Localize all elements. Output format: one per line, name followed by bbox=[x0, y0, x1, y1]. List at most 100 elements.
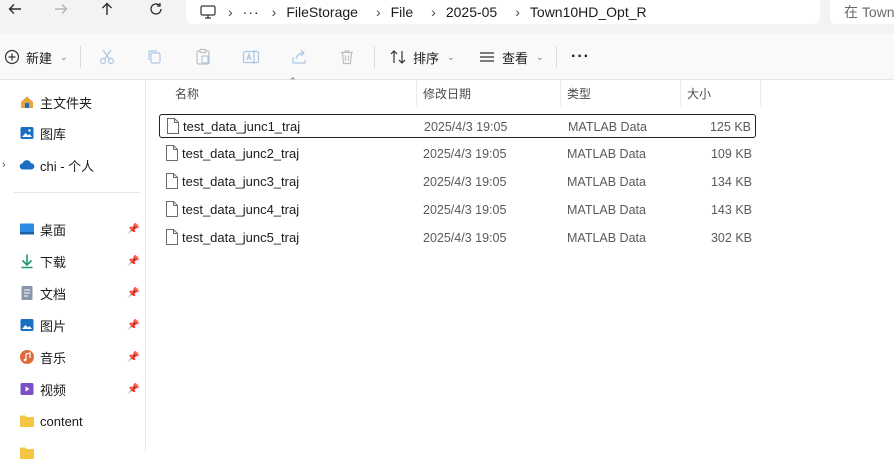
file-type: MATLAB Data bbox=[567, 231, 646, 245]
file-date: 2025/4/3 19:05 bbox=[423, 147, 507, 161]
sidebar-item-documents[interactable]: 文档 📌 bbox=[0, 281, 146, 305]
divider bbox=[556, 46, 557, 68]
refresh-button[interactable] bbox=[141, 0, 171, 18]
chevron-right-icon[interactable]: › bbox=[228, 4, 233, 20]
chevron-down-icon: ⌄ bbox=[60, 51, 68, 62]
column-header-size[interactable]: 大小 bbox=[678, 80, 761, 106]
pin-icon[interactable]: 📌 bbox=[127, 288, 139, 299]
column-header-date[interactable]: 修改日期 bbox=[414, 80, 561, 106]
sidebar-item-home[interactable]: 主文件夹 bbox=[0, 90, 146, 114]
back-button[interactable] bbox=[0, 0, 30, 18]
sidebar-item-desktop[interactable]: 桌面 📌 bbox=[0, 217, 146, 241]
sidebar-item-label: 视频 bbox=[40, 382, 67, 398]
pin-icon[interactable]: 📌 bbox=[127, 224, 139, 235]
chevron-right-icon[interactable]: › bbox=[515, 4, 520, 20]
navigation-pane: 主文件夹 图库 › chi - 个人 桌面 📌 下载 📌 文档 📌 图片 📌 音… bbox=[0, 80, 146, 459]
search-placeholder: 在 Town bbox=[844, 4, 894, 20]
folder-icon bbox=[19, 445, 35, 461]
chevron-down-icon: ⌄ bbox=[536, 51, 544, 62]
sidebar-item-videos[interactable]: 视频 📌 bbox=[0, 377, 146, 401]
column-header-type[interactable]: 类型 bbox=[558, 80, 681, 106]
file-date: 2025/4/3 19:05 bbox=[423, 175, 507, 189]
pin-icon[interactable]: 📌 bbox=[127, 352, 139, 363]
pictures-icon bbox=[19, 317, 35, 333]
breadcrumb-item[interactable]: FileStorage bbox=[286, 4, 358, 20]
file-date: 2025/4/3 19:05 bbox=[424, 120, 508, 134]
file-size: 109 KB bbox=[710, 147, 752, 161]
up-button[interactable] bbox=[92, 0, 122, 18]
share-button[interactable] bbox=[290, 34, 308, 80]
file-name: test_data_junc2_traj bbox=[182, 146, 300, 161]
file-icon bbox=[166, 145, 178, 164]
copy-button[interactable] bbox=[146, 34, 164, 80]
pin-icon[interactable]: 📌 bbox=[127, 320, 139, 331]
paste-button[interactable] bbox=[194, 34, 212, 80]
forward-button[interactable] bbox=[46, 0, 76, 18]
refresh-icon bbox=[150, 3, 162, 15]
breadcrumb-item[interactable]: File bbox=[391, 4, 414, 20]
table-row[interactable]: test_data_junc4_traj 2025/4/3 19:05 MATL… bbox=[159, 198, 756, 222]
pin-icon[interactable]: 📌 bbox=[127, 384, 139, 395]
clipboard-icon bbox=[194, 48, 212, 66]
sidebar-item-music[interactable]: 音乐 📌 bbox=[0, 345, 146, 369]
file-icon bbox=[166, 229, 178, 248]
desktop-icon bbox=[19, 221, 35, 237]
sidebar-item-label: content bbox=[40, 413, 83, 429]
file-size: 125 KB bbox=[709, 120, 751, 134]
share-icon bbox=[290, 48, 308, 66]
more-options-button[interactable]: ··· bbox=[571, 34, 590, 80]
pin-icon[interactable]: 📌 bbox=[127, 256, 139, 267]
sidebar-item-label: 音乐 bbox=[40, 350, 67, 366]
chevron-down-icon: ⌄ bbox=[447, 51, 455, 62]
rename-button[interactable] bbox=[242, 34, 260, 80]
divider bbox=[14, 192, 140, 193]
sidebar-item-gallery[interactable]: 图库 bbox=[0, 121, 146, 145]
view-button-label: 查看 bbox=[502, 50, 529, 66]
sort-button[interactable]: 排序 ⌄ bbox=[389, 34, 455, 80]
cut-button[interactable] bbox=[98, 34, 116, 80]
sidebar-item-content[interactable]: content bbox=[0, 409, 146, 433]
home-icon bbox=[19, 94, 35, 110]
search-input[interactable]: 在 Town bbox=[830, 0, 894, 24]
trash-icon bbox=[338, 48, 356, 66]
new-button[interactable]: 新建 ⌄ bbox=[4, 34, 68, 80]
file-size: 302 KB bbox=[710, 231, 752, 245]
chevron-right-icon[interactable]: › bbox=[431, 4, 436, 20]
plus-circle-icon bbox=[4, 49, 20, 65]
sidebar-item-downloads[interactable]: 下载 📌 bbox=[0, 249, 146, 273]
address-bar-row: › ··· › FileStorage › File › 2025-05 › T… bbox=[0, 0, 894, 34]
file-name: test_data_junc3_traj bbox=[182, 174, 300, 189]
view-button[interactable]: 查看 ⌄ bbox=[478, 34, 544, 80]
chevron-right-icon[interactable]: › bbox=[272, 4, 277, 20]
column-header-name[interactable]: 名称 bbox=[166, 80, 417, 106]
breadcrumb-overflow-button[interactable]: ··· bbox=[243, 4, 260, 20]
gallery-icon bbox=[19, 125, 35, 141]
sidebar-item-onedrive[interactable]: › chi - 个人 bbox=[0, 153, 146, 177]
breadcrumb-item[interactable]: Town10HD_Opt_R bbox=[530, 4, 647, 20]
table-row[interactable]: test_data_junc3_traj 2025/4/3 19:05 MATL… bbox=[159, 170, 756, 194]
breadcrumb[interactable]: › ··· › FileStorage › File › 2025-05 › T… bbox=[186, 0, 820, 24]
chevron-right-icon[interactable]: › bbox=[2, 159, 6, 171]
delete-button[interactable] bbox=[338, 34, 356, 80]
music-icon bbox=[19, 349, 35, 365]
cloud-icon bbox=[19, 157, 35, 173]
breadcrumb-item[interactable]: 2025-05 bbox=[446, 4, 497, 20]
document-icon bbox=[19, 285, 35, 301]
file-type: MATLAB Data bbox=[568, 120, 647, 134]
table-row[interactable]: test_data_junc5_traj 2025/4/3 19:05 MATL… bbox=[159, 226, 756, 250]
table-row[interactable]: test_data_junc1_traj 2025/4/3 19:05 MATL… bbox=[159, 114, 756, 138]
file-name: test_data_junc1_traj bbox=[183, 119, 301, 134]
divider bbox=[374, 46, 375, 68]
chevron-right-icon[interactable]: › bbox=[376, 4, 381, 20]
file-size: 143 KB bbox=[710, 203, 752, 217]
rename-icon bbox=[242, 48, 260, 66]
column-header-label: 修改日期 bbox=[423, 86, 472, 101]
sidebar-item-label: 主文件夹 bbox=[40, 95, 93, 111]
file-type: MATLAB Data bbox=[567, 203, 646, 217]
sidebar-item-pictures[interactable]: 图片 📌 bbox=[0, 313, 146, 337]
computer-icon[interactable] bbox=[200, 5, 216, 19]
column-header-label: 类型 bbox=[567, 86, 592, 101]
sidebar-item-partial[interactable] bbox=[0, 441, 146, 465]
table-row[interactable]: test_data_junc2_traj 2025/4/3 19:05 MATL… bbox=[159, 142, 756, 166]
file-size: 134 KB bbox=[710, 175, 752, 189]
